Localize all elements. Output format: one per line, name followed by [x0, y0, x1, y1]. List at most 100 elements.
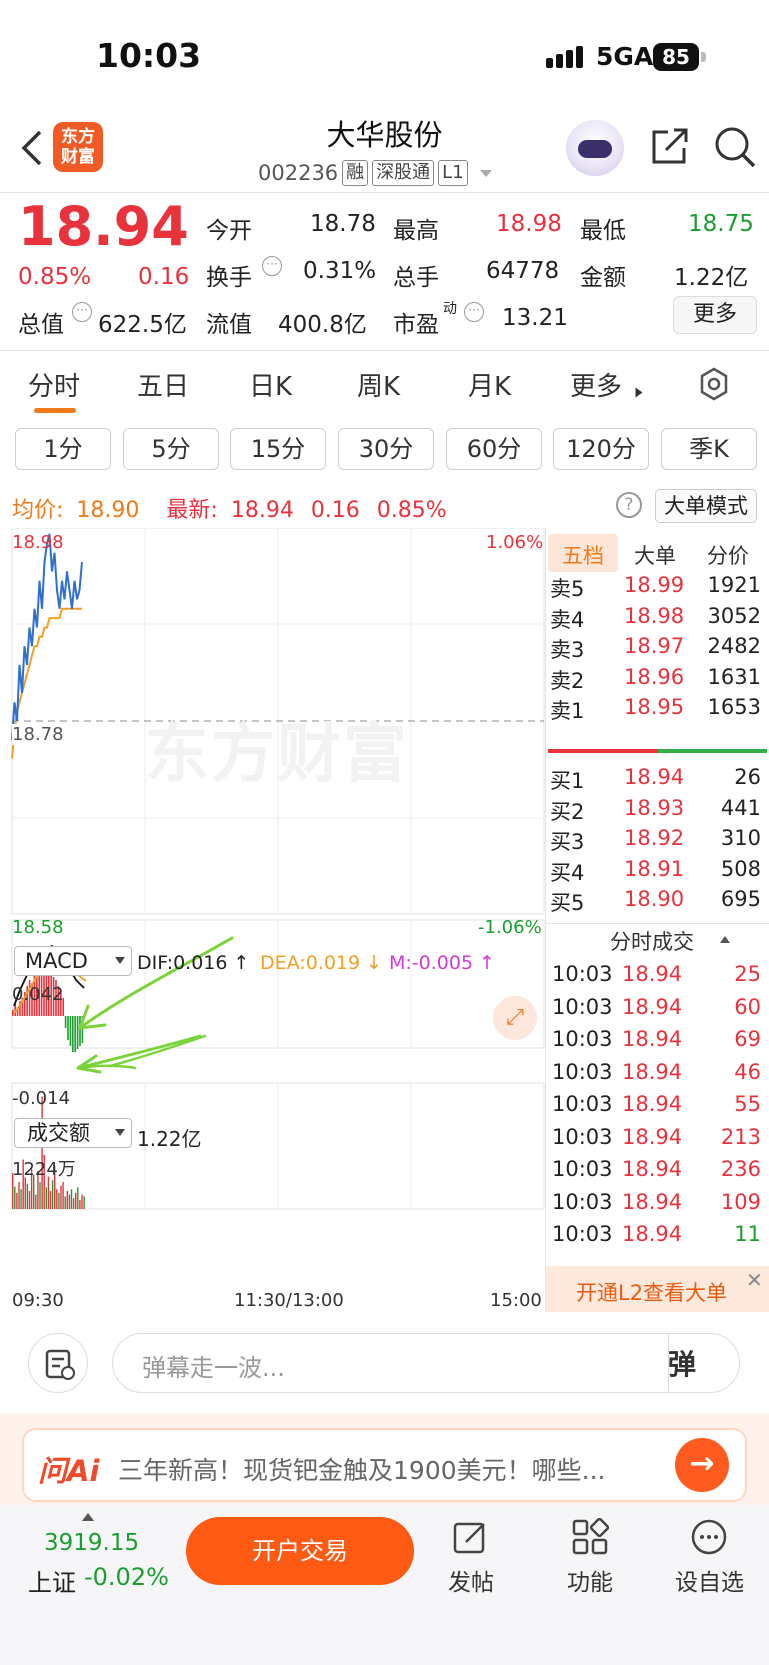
post-icon[interactable] — [452, 1518, 490, 1556]
divider — [0, 350, 769, 351]
big-order-mode-button[interactable]: 大单模式 — [655, 489, 757, 523]
ask-row: 卖3 18.97 2482 — [546, 634, 769, 666]
intraday-chart[interactable]: 东方财富 18.98 18.78 18.58 1.06% -1.06% DIF:… — [0, 528, 546, 1313]
tick-row: 10:03 18.94 69 — [546, 1027, 769, 1059]
tick-time: 10:03 — [552, 1027, 613, 1051]
tick-row: 10:03 18.94 109 — [546, 1190, 769, 1222]
period-30min[interactable]: 30分 — [338, 428, 434, 470]
expand-icon[interactable]: ⤢ — [493, 996, 537, 1040]
stock-code-line[interactable]: 002236 融 深股通 L1 — [258, 160, 492, 186]
tick-price: 18.94 — [622, 962, 683, 986]
volume-bar — [77, 1187, 79, 1209]
caret-up-icon[interactable] — [82, 1513, 94, 1521]
search-icon[interactable] — [712, 124, 758, 170]
ask-price: 18.96 — [624, 664, 685, 689]
dea-label: DEA:0.019 ↓ — [260, 952, 383, 974]
ask-label: 卖5 — [550, 577, 585, 601]
tab-intraday[interactable]: 分时 — [28, 366, 80, 403]
macd-bar — [12, 1010, 14, 1016]
tab-more[interactable]: 更多 — [570, 366, 622, 403]
functions-icon[interactable] — [571, 1518, 609, 1556]
volume-select[interactable]: 成交额 — [14, 1118, 132, 1148]
index-change[interactable]: -0.02% — [84, 1563, 169, 1591]
signal-bar — [566, 50, 573, 68]
share-icon[interactable] — [648, 124, 692, 168]
tick-row: 10:03 18.94 236 — [546, 1157, 769, 1189]
watchlist-label[interactable]: 设自选 — [675, 1563, 744, 1597]
tick-volume: 11 — [734, 1222, 761, 1246]
tab-five-levels[interactable]: 五档 — [562, 540, 604, 570]
tick-time: 10:03 — [552, 962, 613, 986]
ask-price: 18.98 — [624, 603, 685, 628]
close-icon[interactable]: ✕ — [746, 1268, 763, 1292]
current-price: 18.94 — [18, 195, 189, 258]
level-tag: L1 — [438, 160, 468, 186]
info-icon[interactable]: ··· — [72, 302, 92, 322]
period-15min[interactable]: 15分 — [230, 428, 326, 470]
volume-bar — [35, 1194, 37, 1209]
tab-5day[interactable]: 五日 — [137, 366, 189, 403]
watchlist-icon[interactable] — [690, 1518, 728, 1556]
post-label[interactable]: 发帖 — [448, 1563, 494, 1597]
macd-max-label: 0.042 — [12, 984, 64, 1005]
volume-label: 总手 — [393, 265, 439, 291]
period-season-k[interactable]: 季K — [661, 428, 757, 470]
tick-price: 18.94 — [622, 994, 683, 1019]
macd-bar — [67, 1016, 69, 1040]
ask-price: 18.99 — [624, 573, 685, 597]
volume-bar — [79, 1200, 81, 1209]
caret-icon — [635, 387, 643, 398]
volume-bar — [83, 1196, 85, 1209]
bid-label: 买2 — [550, 799, 585, 824]
bid-volume: 26 — [734, 765, 761, 789]
period-5min[interactable]: 5分 — [123, 428, 219, 470]
bid-price: 18.90 — [624, 887, 685, 911]
m-label: M:-0.005 ↑ — [389, 952, 496, 974]
pct-min-label: -1.06% — [478, 917, 542, 938]
margin-tag: 融 — [342, 160, 369, 186]
functions-label[interactable]: 功能 — [567, 1563, 613, 1597]
info-icon[interactable]: ··· — [262, 256, 282, 276]
index-value[interactable]: 3919.15 — [44, 1530, 139, 1556]
volume-bar — [18, 1182, 20, 1209]
help-icon[interactable]: ? — [616, 492, 642, 518]
macd-bar — [64, 1016, 67, 1028]
pe-sup: 动 — [443, 301, 457, 317]
l2-promo[interactable]: 开通L2查看大单 ✕ — [546, 1266, 769, 1312]
tab-weekly-k[interactable]: 周K — [357, 366, 400, 403]
tick-volume: 213 — [720, 1124, 761, 1149]
ai-question-text[interactable]: 三年新高！现货钯金触及1900美元！哪些... — [118, 1451, 648, 1487]
period-1min[interactable]: 1分 — [15, 428, 111, 470]
y-mid-label: 18.78 — [12, 724, 64, 745]
chevron-down-icon — [115, 957, 125, 964]
settings-icon[interactable] — [696, 366, 732, 402]
arrow-right-icon[interactable]: → — [675, 1438, 729, 1492]
period-120min[interactable]: 120分 — [553, 428, 649, 470]
index-name[interactable]: 上证 — [28, 1563, 76, 1598]
bid-volume: 695 — [720, 887, 761, 911]
ask-label: 卖2 — [550, 668, 585, 693]
danmu-list-icon[interactable] — [28, 1333, 88, 1393]
float-label: 流值 — [206, 312, 252, 338]
low-value: 18.75 — [688, 211, 754, 237]
bid-volume: 441 — [720, 795, 761, 820]
more-button[interactable]: 更多 — [673, 296, 757, 334]
tick-volume: 25 — [734, 962, 761, 986]
info-icon[interactable]: ··· — [464, 302, 484, 322]
signal-icon — [546, 58, 553, 68]
bid-row: 买5 18.90 695 — [546, 887, 769, 919]
tab-price-dist[interactable]: 分价 — [707, 540, 749, 570]
tab-monthly-k[interactable]: 月K — [468, 366, 511, 403]
volume-bar — [39, 1182, 41, 1209]
danmu-toggle-button[interactable]: 弹 — [668, 1343, 696, 1383]
tab-big-orders[interactable]: 大单 — [634, 540, 676, 570]
tab-daily-k[interactable]: 日K — [249, 366, 292, 403]
ask-volume: 2482 — [707, 634, 761, 658]
ticks-title[interactable]: 分时成交 — [610, 926, 694, 956]
signal-bar — [576, 46, 583, 68]
period-60min[interactable]: 60分 — [446, 428, 542, 470]
indicator-select[interactable]: MACD — [14, 946, 132, 976]
vol-max-label: 1224万 — [12, 1159, 76, 1180]
open-account-trade-button[interactable]: 开户交易 — [186, 1517, 414, 1585]
battery-nub — [701, 52, 706, 62]
